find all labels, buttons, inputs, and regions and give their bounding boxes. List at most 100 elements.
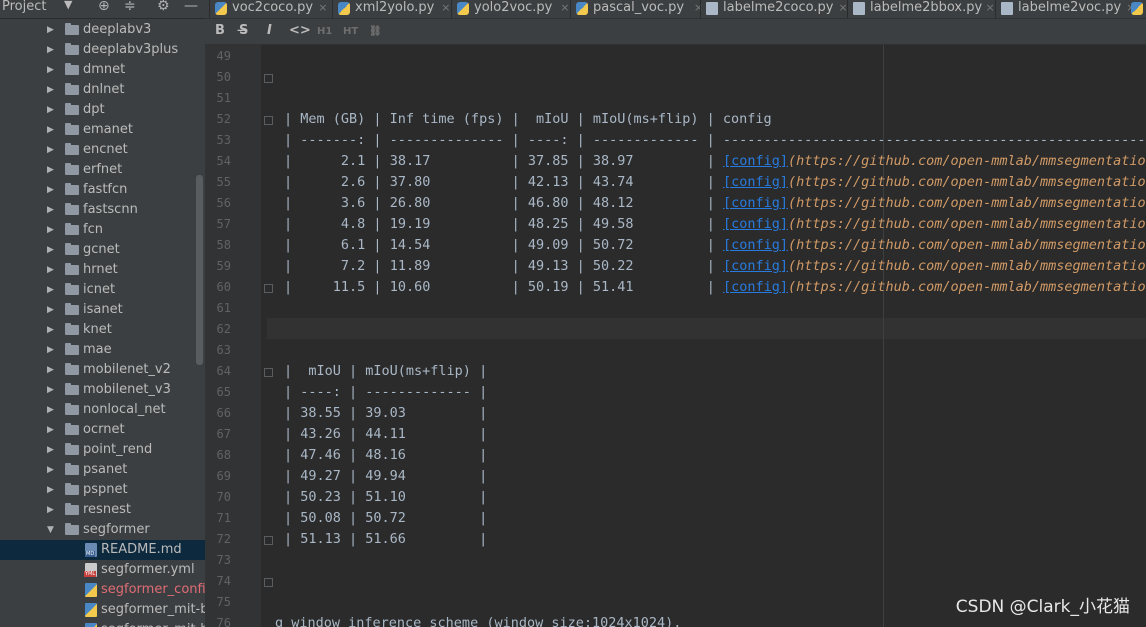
chevron-right-icon[interactable]: ▶ (47, 480, 54, 500)
chevron-right-icon[interactable]: ▶ (47, 420, 54, 440)
table-header-button[interactable]: HT (343, 26, 358, 37)
chevron-down-icon[interactable]: ▼ (64, 0, 72, 11)
chevron-right-icon[interactable]: ▶ (47, 20, 54, 40)
pipe: | (568, 153, 593, 169)
chevron-right-icon[interactable]: ▶ (47, 380, 54, 400)
tree-item[interactable]: segformer_mit-b0 (0, 600, 205, 620)
fold-marker-icon[interactable] (264, 74, 273, 83)
config-link[interactable]: [config] (723, 279, 788, 295)
tree-item[interactable]: ▶ hrnet (0, 260, 205, 280)
tree-item[interactable]: ▶ resnest (0, 500, 205, 520)
chevron-right-icon[interactable]: ▶ (47, 260, 54, 280)
italic-button[interactable]: I (267, 23, 272, 38)
tree-item[interactable]: README.md (0, 540, 205, 560)
hide-icon[interactable]: — (184, 0, 198, 14)
chevron-right-icon[interactable]: ▶ (47, 340, 54, 360)
chevron-right-icon[interactable]: ▶ (47, 100, 54, 120)
chevron-right-icon[interactable]: ▶ (47, 280, 54, 300)
tree-item[interactable]: ▶ dnlnet (0, 80, 205, 100)
close-icon[interactable]: × (694, 0, 703, 16)
chevron-right-icon[interactable]: ▶ (47, 320, 54, 340)
tree-item-label: encnet (83, 142, 128, 157)
chevron-right-icon[interactable]: ▶ (47, 80, 54, 100)
code-editor[interactable]: 49 50 51 52 53 54 55 56 57 58 59 60 61 62 63 64 65 66 67 68… (205, 45, 1146, 627)
chevron-right-icon[interactable]: ▶ (47, 240, 54, 260)
tree-item[interactable]: ▶ psanet (0, 460, 205, 480)
chevron-right-icon[interactable]: ▶ (47, 160, 54, 180)
tree-item[interactable]: ▶ gcnet (0, 240, 205, 260)
config-link[interactable]: [config] (723, 174, 788, 190)
chevron-right-icon[interactable]: ▶ (47, 200, 54, 220)
tree-item-label: point_rend (83, 442, 153, 457)
fold-marker-icon[interactable] (264, 368, 273, 377)
chevron-right-icon[interactable]: ▶ (47, 120, 54, 140)
pipe: | (340, 489, 366, 505)
tree-item[interactable]: ▶ icnet (0, 280, 205, 300)
fold-marker-icon[interactable] (264, 578, 273, 587)
tree-item[interactable]: ▶ encnet (0, 140, 205, 160)
folder-icon (65, 143, 79, 155)
close-icon[interactable]: × (318, 0, 327, 16)
chevron-right-icon[interactable]: ▶ (47, 140, 54, 160)
config-link[interactable]: [config] (723, 258, 788, 274)
line-number: 65 (216, 385, 231, 399)
project-view-selector[interactable]: Project (2, 0, 46, 14)
chevron-right-icon[interactable]: ▶ (47, 40, 54, 60)
chevron-right-icon[interactable]: ▶ (47, 460, 54, 480)
tree-item[interactable]: ▶ knet (0, 320, 205, 340)
chevron-right-icon[interactable]: ▶ (47, 300, 54, 320)
config-link[interactable]: [config] (723, 237, 788, 253)
bold-button[interactable]: B (215, 23, 225, 38)
header-button[interactable]: H1 (317, 26, 332, 37)
tree-item[interactable]: ▶ fastscnn (0, 200, 205, 220)
table1-row: | 11.5 | 10.60 | 50.19 | 51.41 | [config… (284, 277, 1146, 298)
link-icon[interactable]: ⛓ (369, 26, 382, 37)
tree-item[interactable]: ▶ mae (0, 340, 205, 360)
chevron-right-icon[interactable]: ▶ (47, 360, 54, 380)
close-icon[interactable]: × (441, 0, 450, 16)
tree-item[interactable]: ▶ emanet (0, 120, 205, 140)
close-icon[interactable]: × (560, 0, 569, 16)
fold-marker-icon[interactable] (264, 284, 273, 293)
tree-item[interactable]: ▶ fcn (0, 220, 205, 240)
tree-item[interactable]: ▶ dpt (0, 100, 205, 120)
gear-icon[interactable]: ⚙ (157, 0, 170, 14)
tree-item[interactable]: ▶ mobilenet_v3 (0, 380, 205, 400)
tree-item[interactable]: segformer.yml (0, 560, 205, 580)
tree-item[interactable]: segformer_config (0, 580, 205, 600)
config-link[interactable]: [config] (723, 216, 788, 232)
chevron-right-icon[interactable]: ▶ (47, 440, 54, 460)
tree-item[interactable]: ▶ nonlocal_net (0, 400, 205, 420)
fold-marker-icon[interactable] (264, 116, 273, 125)
strikethrough-button[interactable]: S̶ (239, 23, 248, 38)
tree-item[interactable]: ▶ mobilenet_v2 (0, 360, 205, 380)
collapse-all-icon[interactable]: ≑ (124, 0, 136, 14)
tree-item[interactable]: ▶ ocrnet (0, 420, 205, 440)
tree-item[interactable]: ▶ pspnet (0, 480, 205, 500)
code-button[interactable]: <> (289, 23, 311, 38)
tree-item[interactable]: ▶ deeplabv3plus (0, 40, 205, 60)
tree-item[interactable]: ▶ erfnet (0, 160, 205, 180)
chevron-right-icon[interactable]: ▶ (47, 180, 54, 200)
chevron-right-icon[interactable]: ▶ (47, 500, 54, 520)
chevron-right-icon[interactable]: ▶ (47, 220, 54, 240)
tree-item[interactable]: ▶ fastfcn (0, 180, 205, 200)
chevron-right-icon[interactable]: ▶ (47, 60, 54, 80)
chevron-right-icon[interactable]: ▶ (47, 400, 54, 420)
sidebar-scrollbar[interactable] (196, 175, 203, 365)
tree-item[interactable]: ▶ dmnet (0, 60, 205, 80)
tree-item[interactable]: ▶ point_rend (0, 440, 205, 460)
tree-item[interactable]: ▶ deeplabv3 (0, 20, 205, 40)
close-icon[interactable]: × (986, 0, 995, 16)
config-link[interactable]: [config] (723, 153, 788, 169)
tree-item[interactable]: ▼ segformer (0, 520, 205, 540)
fold-marker-icon[interactable] (264, 536, 273, 545)
folder-icon (65, 123, 79, 135)
tree-item[interactable]: ▶ isanet (0, 300, 205, 320)
tree-item[interactable]: segformer_mit-b0 (0, 620, 205, 627)
config-link[interactable]: [config] (723, 195, 788, 211)
chevron-down-icon[interactable]: ▼ (47, 520, 54, 540)
python-file-icon (1131, 2, 1143, 15)
pipe: | (340, 405, 366, 421)
locate-icon[interactable]: ⊕ (98, 0, 110, 14)
